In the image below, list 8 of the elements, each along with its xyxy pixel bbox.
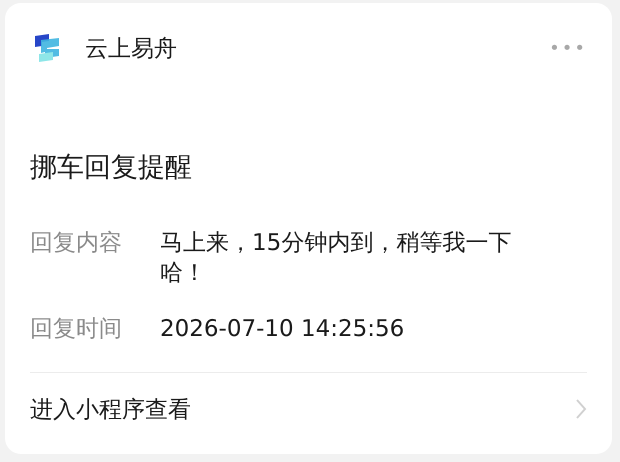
field-label: 回复内容: [30, 229, 123, 258]
chevron-right-icon: [575, 398, 587, 420]
field-label: 回复时间: [30, 315, 123, 344]
message-title: 挪车回复提醒: [30, 151, 193, 185]
field-value: 2026-07-10 14:25:56: [160, 315, 406, 344]
field-value: 马上来，15分钟内到，稍等我一下哈！: [160, 229, 512, 288]
app-name: 云上易舟: [85, 34, 177, 64]
open-mini-program-link[interactable]: 进入小程序查看: [30, 394, 191, 424]
